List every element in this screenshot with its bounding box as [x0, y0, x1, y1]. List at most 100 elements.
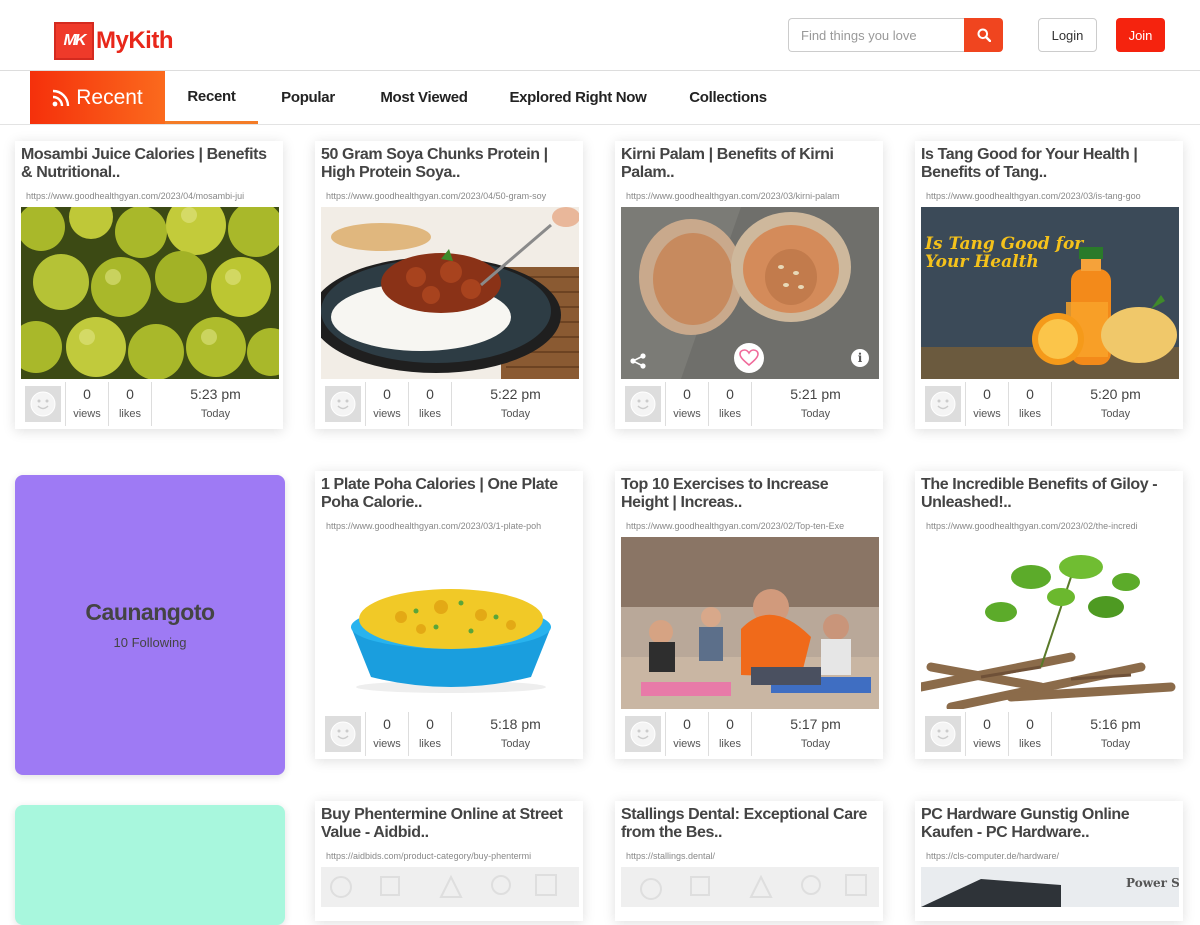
post-url[interactable]: https://www.goodhealthgyan.com/2023/02/t…	[926, 521, 1176, 531]
views-count: 0	[983, 716, 991, 732]
tab-popular[interactable]: Popular	[268, 71, 348, 124]
following-count: 10 Following	[113, 635, 187, 650]
avatar[interactable]	[921, 712, 965, 756]
likes-label: likes	[418, 408, 441, 420]
post-time: 5:20 pm	[1090, 386, 1141, 402]
post-time: 5:16 pm	[1090, 716, 1141, 732]
post-url[interactable]: https://www.goodhealthgyan.com/2023/03/1…	[326, 521, 576, 531]
post-url[interactable]: https://www.goodhealthgyan.com/2023/02/T…	[626, 521, 876, 531]
post-image[interactable]	[621, 867, 879, 907]
post-card[interactable]: 50 Gram Soya Chunks Protein | High Prote…	[315, 141, 583, 429]
tab-recent[interactable]: Recent	[165, 71, 258, 124]
post-url[interactable]: https://www.goodhealthgyan.com/2023/03/i…	[926, 191, 1176, 201]
post-day: Today	[500, 408, 531, 420]
avatar[interactable]	[621, 382, 665, 426]
post-time: 5:22 pm	[490, 386, 541, 402]
post-url[interactable]: https://stallings.dental/	[626, 851, 876, 861]
login-button[interactable]: Login	[1038, 18, 1097, 52]
likes-count: 0	[726, 386, 734, 402]
avatar[interactable]	[621, 712, 665, 756]
views-count: 0	[683, 386, 691, 402]
tab-most-viewed[interactable]: Most Viewed	[372, 71, 476, 124]
views-count: 0	[383, 716, 391, 732]
likes-label: likes	[1018, 408, 1041, 420]
post-title[interactable]: Mosambi Juice Calories | Benefits & Nutr…	[21, 146, 279, 182]
post-day: Today	[1100, 738, 1131, 750]
post-card[interactable]: Kirni Palam | Benefits of Kirni Palam.. …	[615, 141, 883, 429]
views-stat: 0 views	[65, 382, 108, 426]
views-count: 0	[683, 716, 691, 732]
post-image[interactable]: i	[621, 207, 879, 379]
smiley-icon	[330, 391, 356, 417]
views-stat: 0 views	[365, 712, 408, 756]
post-stats: 0 views 0 likes 5:21 pm Today	[621, 382, 879, 426]
post-card[interactable]: 1 Plate Poha Calories | One Plate Poha C…	[315, 471, 583, 759]
time-stat: 5:23 pm Today	[151, 382, 279, 426]
post-image[interactable]	[321, 537, 579, 709]
views-count: 0	[383, 386, 391, 402]
logo[interactable]: MK MyKith	[54, 22, 174, 60]
tab-explored-right-now[interactable]: Explored Right Now	[500, 71, 656, 124]
smiley-icon	[930, 721, 956, 747]
post-image[interactable]	[321, 867, 579, 907]
post-title[interactable]: The Incredible Benefits of Giloy - Unlea…	[921, 476, 1179, 512]
likes-label: likes	[118, 408, 141, 420]
post-title[interactable]: Buy Phentermine Online at Street Value -…	[321, 806, 579, 842]
likes-stat: 0 likes	[408, 712, 451, 756]
post-card[interactable]: Buy Phentermine Online at Street Value -…	[315, 801, 583, 921]
join-button[interactable]: Join	[1116, 18, 1165, 52]
post-title[interactable]: Stallings Dental: Exceptional Care from …	[621, 806, 879, 842]
avatar[interactable]	[21, 382, 65, 426]
time-stat: 5:17 pm Today	[751, 712, 879, 756]
share-icon[interactable]	[629, 353, 647, 369]
post-card[interactable]: Top 10 Exercises to Increase Height | In…	[615, 471, 883, 759]
rss-icon	[52, 89, 70, 106]
post-card[interactable]: Is Tang Good for Your Health | Benefits …	[915, 141, 1183, 429]
views-stat: 0 views	[365, 382, 408, 426]
smiley-icon	[330, 721, 356, 747]
search-input[interactable]	[788, 18, 964, 52]
post-title[interactable]: 50 Gram Soya Chunks Protein | High Prote…	[321, 146, 579, 182]
likes-count: 0	[426, 386, 434, 402]
post-stats: 0 views 0 likes 5:17 pm Today	[621, 712, 879, 756]
post-title[interactable]: Top 10 Exercises to Increase Height | In…	[621, 476, 879, 512]
image-caption: Power Sup	[1126, 876, 1179, 890]
post-title[interactable]: Kirni Palam | Benefits of Kirni Palam..	[621, 146, 879, 182]
post-title[interactable]: Is Tang Good for Your Health | Benefits …	[921, 146, 1179, 182]
post-image[interactable]	[321, 207, 579, 379]
recent-feed-label: Recent	[30, 71, 165, 124]
post-card[interactable]: Mosambi Juice Calories | Benefits & Nutr…	[15, 141, 283, 429]
likes-stat: 0 likes	[408, 382, 451, 426]
info-icon[interactable]: i	[851, 349, 869, 367]
post-time: 5:23 pm	[190, 386, 241, 402]
post-day: Today	[500, 738, 531, 750]
follow-name[interactable]: Caunangoto	[15, 599, 285, 626]
like-button[interactable]	[734, 343, 764, 373]
post-card[interactable]: The Incredible Benefits of Giloy - Unlea…	[915, 471, 1183, 759]
post-url[interactable]: https://www.goodhealthgyan.com/2023/04/m…	[26, 191, 276, 201]
post-url[interactable]: https://cls-computer.de/hardware/	[926, 851, 1176, 861]
avatar[interactable]	[921, 382, 965, 426]
post-card[interactable]: PC Hardware Gunstig Online Kaufen - PC H…	[915, 801, 1183, 921]
likes-count: 0	[1026, 386, 1034, 402]
post-url[interactable]: https://aidbids.com/product-category/buy…	[326, 851, 576, 861]
post-card[interactable]: Stallings Dental: Exceptional Care from …	[615, 801, 883, 921]
post-image[interactable]	[621, 537, 879, 709]
search-button[interactable]	[964, 18, 1003, 52]
post-image[interactable]	[921, 537, 1179, 709]
post-url[interactable]: https://www.goodhealthgyan.com/2023/03/k…	[626, 191, 876, 201]
site-header: MK MyKith Login Join	[0, 0, 1200, 71]
post-title[interactable]: 1 Plate Poha Calories | One Plate Poha C…	[321, 476, 579, 512]
avatar[interactable]	[321, 712, 365, 756]
post-image[interactable]	[21, 207, 279, 379]
post-title[interactable]: PC Hardware Gunstig Online Kaufen - PC H…	[921, 806, 1179, 842]
follow-suggestion-card[interactable]: Caunangoto 10 Following	[15, 475, 285, 775]
post-image[interactable]: Is Tang Good for Your Health	[921, 207, 1179, 379]
follow-suggestion-card[interactable]	[15, 805, 285, 925]
avatar[interactable]	[321, 382, 365, 426]
tab-collections[interactable]: Collections	[680, 71, 776, 124]
likes-stat: 0 likes	[1008, 712, 1051, 756]
post-url[interactable]: https://www.goodhealthgyan.com/2023/04/5…	[326, 191, 576, 201]
post-image[interactable]: Power Sup	[921, 867, 1179, 907]
likes-label: likes	[718, 738, 741, 750]
